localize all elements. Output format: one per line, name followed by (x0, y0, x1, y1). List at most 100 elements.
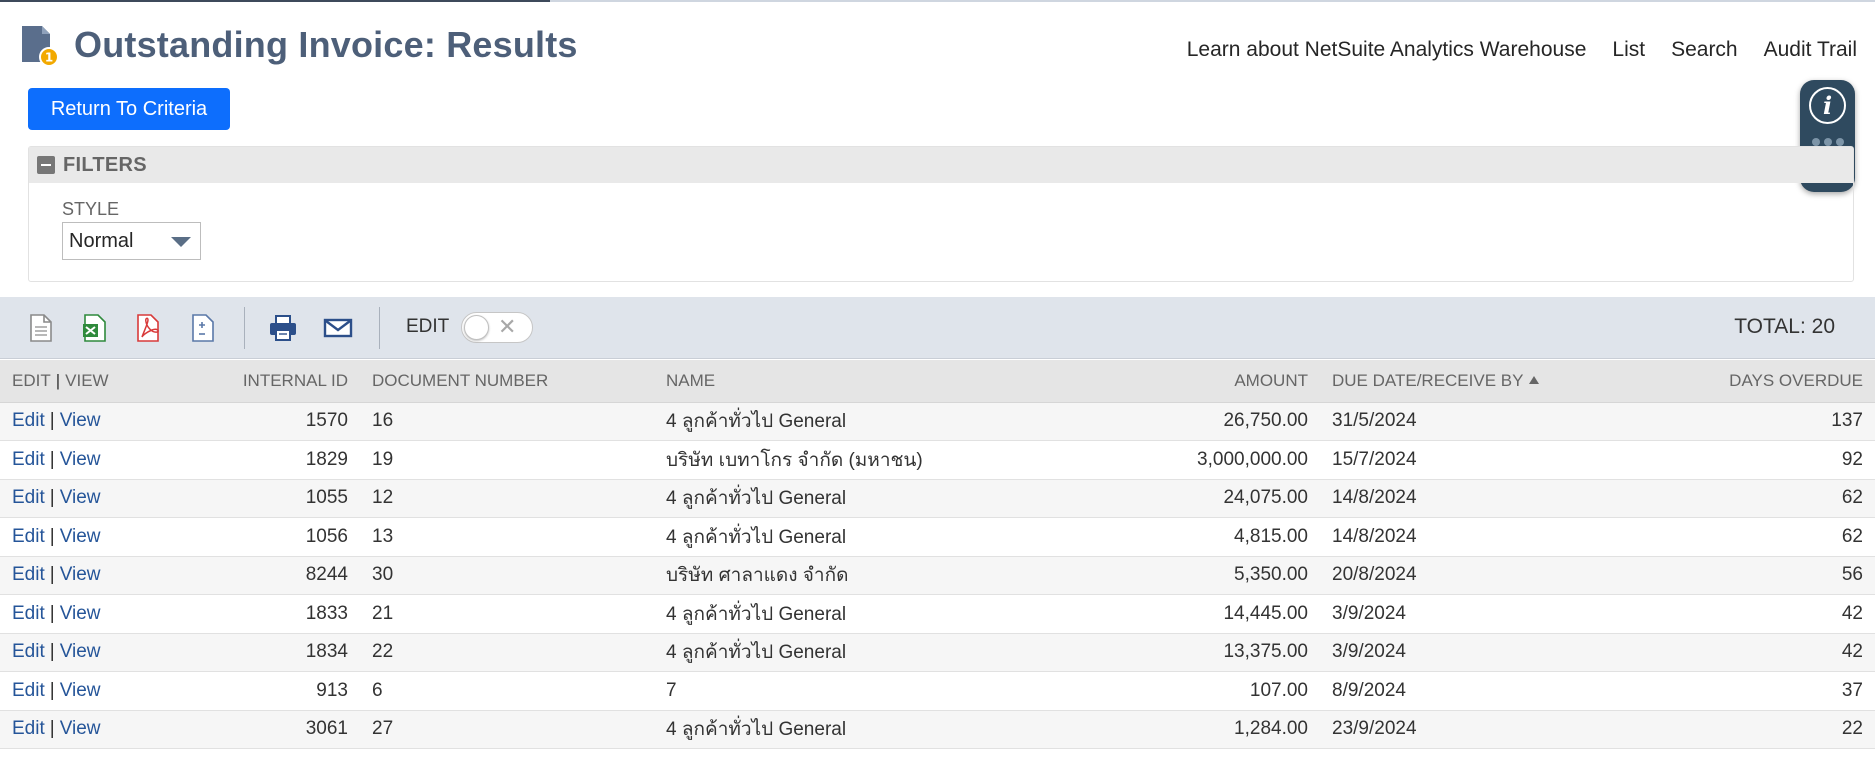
due-date-cell: 15/7/2024 (1320, 440, 1640, 480)
due-date-cell: 14/8/2024 (1320, 517, 1640, 557)
document-number-cell: 22 (360, 633, 654, 672)
edit-view-cell: Edit | View (0, 710, 210, 749)
quick-sum-icon[interactable] (188, 313, 218, 343)
name-cell: 4 ลูกค้าทั่วไป General (654, 710, 1054, 749)
separator: | (49, 410, 55, 432)
edit-toggle[interactable]: ✕ (461, 312, 533, 343)
edit-link[interactable]: Edit (12, 718, 45, 739)
view-link[interactable]: View (60, 680, 101, 701)
view-link[interactable]: View (60, 718, 101, 739)
view-link[interactable]: View (60, 526, 101, 547)
export-pdf-icon[interactable] (133, 313, 163, 343)
edit-link[interactable]: Edit (12, 449, 45, 470)
link-audit-trail[interactable]: Audit Trail (1764, 38, 1857, 62)
sort-ascending-icon (1529, 375, 1540, 384)
view-link[interactable]: View (60, 487, 101, 508)
chevron-down-icon (171, 237, 191, 247)
export-excel-icon[interactable] (80, 313, 110, 343)
export-csv-icon[interactable] (26, 313, 56, 343)
due-date-cell: 31/5/2024 (1320, 402, 1640, 441)
due-date-cell: 3/9/2024 (1320, 594, 1640, 634)
info-icon[interactable]: i (1809, 87, 1846, 124)
days-overdue-cell: 37 (1640, 671, 1875, 711)
link-search[interactable]: Search (1671, 38, 1738, 62)
due-date-cell: 8/9/2024 (1320, 671, 1640, 711)
separator: | (49, 679, 55, 701)
filters-header[interactable]: FILTERS (29, 147, 1853, 183)
col-due-date[interactable]: DUE DATE/RECEIVE BY (1320, 360, 1640, 403)
results-table: EDIT | VIEW INTERNAL ID DOCUMENT NUMBER NA… (0, 360, 1875, 749)
table-row: Edit | View 913 6 7 107.00 8/9/2024 37 (0, 671, 1875, 711)
col-name[interactable]: NAME (654, 360, 1054, 403)
email-icon[interactable] (323, 313, 353, 343)
separator: | (49, 602, 55, 624)
print-icon[interactable] (268, 313, 298, 343)
days-overdue-cell: 92 (1640, 440, 1875, 480)
link-analytics-warehouse[interactable]: Learn about NetSuite Analytics Warehouse (1187, 38, 1587, 62)
separator: | (49, 641, 55, 663)
col-days-overdue[interactable]: DAYS OVERDUE (1640, 360, 1875, 403)
separator: | (49, 718, 55, 740)
edit-link[interactable]: Edit (12, 526, 45, 547)
return-to-criteria-button[interactable]: Return To Criteria (28, 88, 230, 130)
link-list[interactable]: List (1612, 38, 1645, 62)
table-row: Edit | View 1833 21 4 ลูกค้าทั่วไป General 14,… (0, 594, 1875, 634)
due-date-cell: 3/9/2024 (1320, 633, 1640, 672)
view-link[interactable]: View (60, 603, 101, 624)
collapse-icon[interactable] (37, 156, 55, 174)
internal-id-cell: 8244 (210, 556, 360, 595)
col-edit-view: EDIT | VIEW (0, 360, 210, 403)
name-cell: บริษัท ศาลาแดง จำกัด (654, 556, 1054, 595)
top-progress-line (0, 0, 1875, 2)
view-link[interactable]: View (60, 410, 101, 431)
internal-id-cell: 1834 (210, 633, 360, 672)
edit-link[interactable]: Edit (12, 564, 45, 585)
col-document-number[interactable]: DOCUMENT NUMBER (360, 360, 654, 403)
edit-link[interactable]: Edit (12, 680, 45, 701)
toolbar-divider (379, 307, 380, 349)
col-amount[interactable]: AMOUNT (1054, 360, 1320, 403)
name-cell: 7 (654, 671, 1054, 711)
edit-view-cell: Edit | View (0, 633, 210, 672)
table-row: Edit | View 1834 22 4 ลูกค้าทั่วไป General 13,… (0, 633, 1875, 672)
document-number-cell: 16 (360, 402, 654, 441)
separator: | (49, 525, 55, 547)
total-count: TOTAL: 20 (1734, 315, 1835, 338)
days-overdue-cell: 137 (1640, 402, 1875, 441)
amount-cell: 24,075.00 (1054, 479, 1320, 518)
edit-link[interactable]: Edit (12, 487, 45, 508)
results-toolbar: EDIT ✕ TOTAL: 20 (0, 297, 1875, 359)
edit-link[interactable]: Edit (12, 603, 45, 624)
internal-id-cell: 1055 (210, 479, 360, 518)
style-select-value: Normal (69, 230, 134, 252)
internal-id-cell: 1829 (210, 440, 360, 480)
top-links: Learn about NetSuite Analytics Warehouse… (1187, 38, 1857, 62)
style-select[interactable]: Normal (62, 222, 201, 260)
document-number-cell: 21 (360, 594, 654, 634)
page-title: Outstanding Invoice: Results (74, 24, 578, 65)
days-overdue-cell: 62 (1640, 479, 1875, 518)
table-header-row: EDIT | VIEW INTERNAL ID DOCUMENT NUMBER NA… (0, 360, 1875, 403)
amount-cell: 4,815.00 (1054, 517, 1320, 557)
edit-view-cell: Edit | View (0, 517, 210, 557)
table-row: Edit | View 1056 13 4 ลูกค้าทั่วไป General 4,8… (0, 517, 1875, 557)
internal-id-cell: 1570 (210, 402, 360, 441)
edit-link[interactable]: Edit (12, 410, 45, 431)
edit-link[interactable]: Edit (12, 641, 45, 662)
internal-id-cell: 1833 (210, 594, 360, 634)
table-row: Edit | View 1055 12 4 ลูกค้าทั่วไป General 24,… (0, 479, 1875, 518)
view-link[interactable]: View (60, 449, 101, 470)
due-date-cell: 23/9/2024 (1320, 710, 1640, 749)
table-row: Edit | View 1570 16 4 ลูกค้าทั่วไป General 26,… (0, 402, 1875, 441)
view-link[interactable]: View (60, 564, 101, 585)
document-number-cell: 12 (360, 479, 654, 518)
name-cell: 4 ลูกค้าทั่วไป General (654, 402, 1054, 441)
document-number-cell: 27 (360, 710, 654, 749)
view-link[interactable]: View (60, 641, 101, 662)
document-number-cell: 13 (360, 517, 654, 557)
invoice-page-icon: 1 (22, 26, 59, 67)
days-overdue-cell: 42 (1640, 594, 1875, 634)
separator: | (49, 564, 55, 586)
col-internal-id[interactable]: INTERNAL ID (210, 360, 360, 403)
svg-text:1: 1 (45, 51, 53, 65)
